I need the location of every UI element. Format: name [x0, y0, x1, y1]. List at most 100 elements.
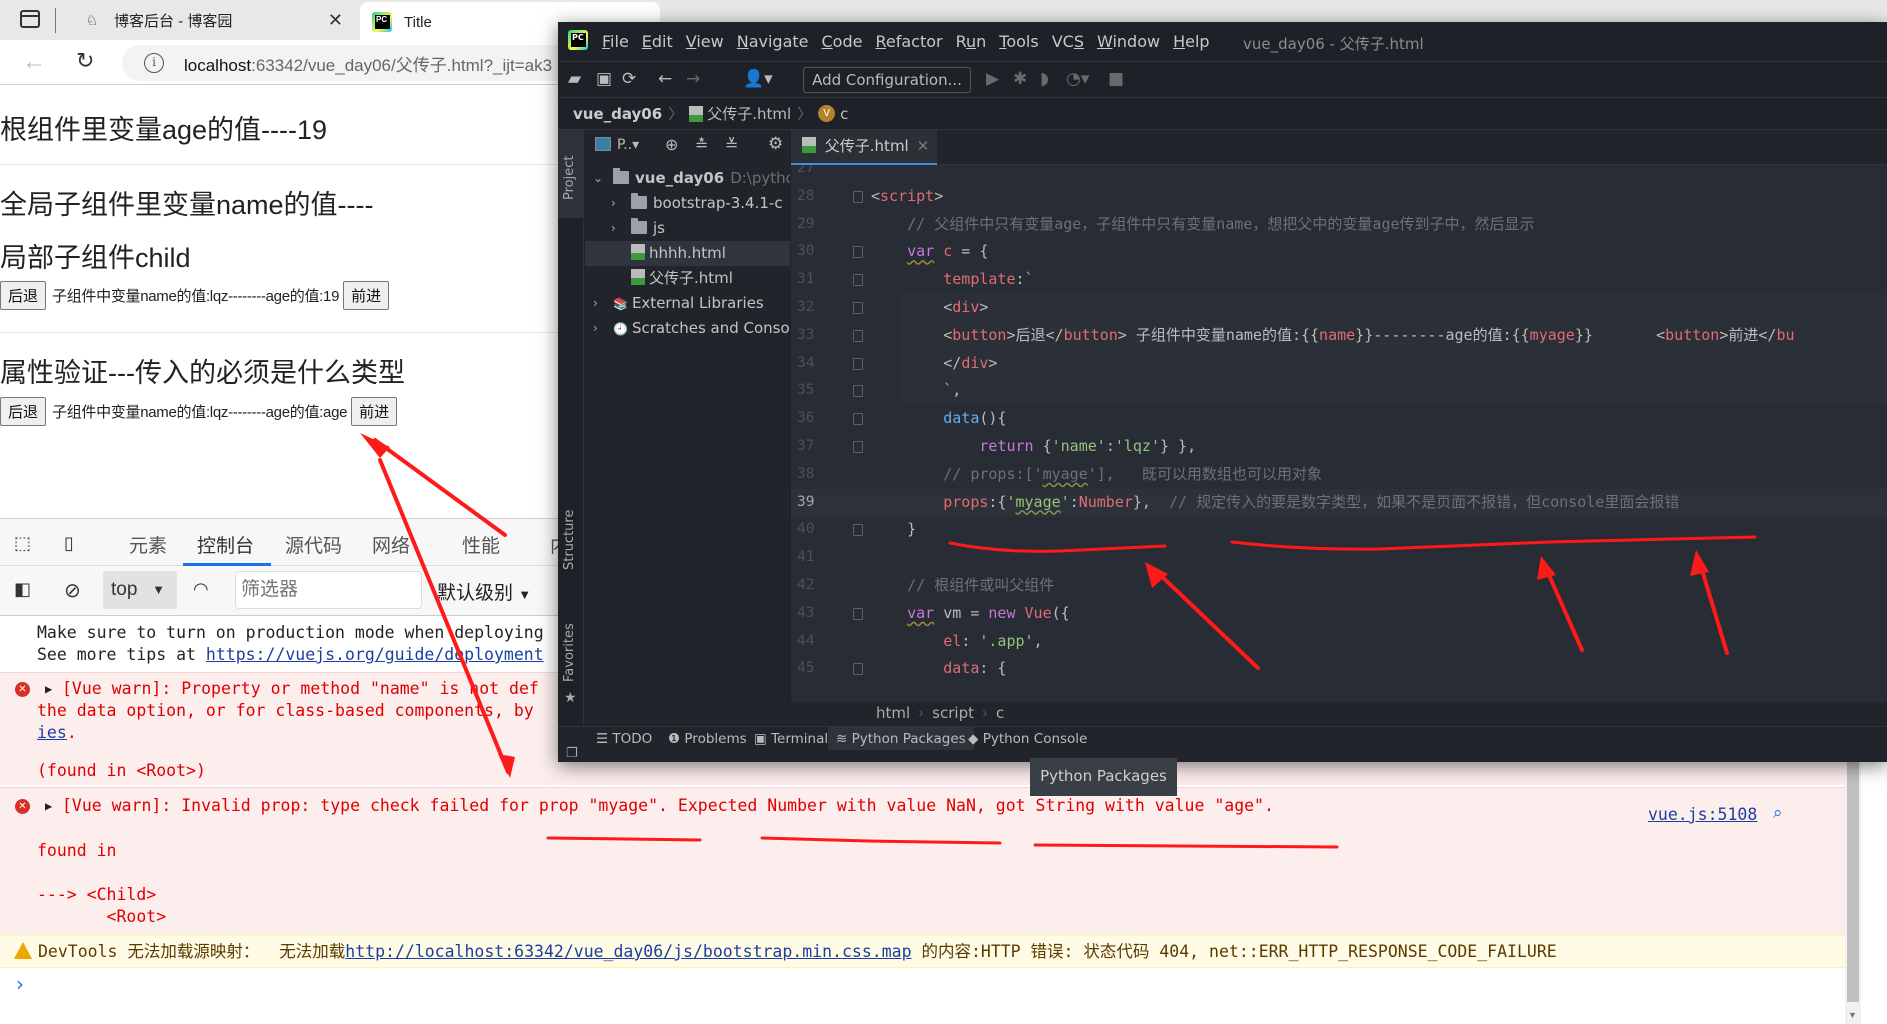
chevron-right-icon[interactable]: ›: [593, 291, 598, 316]
clear-console-icon[interactable]: ⊘: [64, 578, 88, 602]
expand-triangle-icon[interactable]: ▶: [45, 682, 52, 696]
browser-tab-cnblogs[interactable]: ♘ 博客后台 - 博客园 ✕: [70, 0, 355, 40]
tab-network[interactable]: 网络: [372, 531, 410, 558]
run-icon[interactable]: ▶: [986, 69, 999, 89]
tab-performance[interactable]: 性能: [462, 531, 500, 558]
sourcemap-link[interactable]: http://localhost:63342/vue_day06/js/boot…: [345, 942, 911, 961]
add-configuration-button[interactable]: Add Configuration...: [803, 67, 971, 93]
crumb-script[interactable]: script: [932, 704, 974, 722]
forward-button[interactable]: 前进: [351, 397, 398, 426]
open-folder-icon[interactable]: ▰: [568, 69, 581, 89]
reactivity-docs-link[interactable]: ies: [37, 723, 67, 742]
debug-icon[interactable]: ✱: [1013, 69, 1027, 89]
toggle-tool-windows-icon[interactable]: ❐: [566, 746, 578, 761]
forward-button[interactable]: 前进: [343, 281, 390, 310]
menu-item[interactable]: Window: [1097, 32, 1160, 51]
nav-file[interactable]: 父传子.html: [707, 103, 791, 124]
fold-marker-icon[interactable]: [853, 385, 863, 398]
close-tab-icon[interactable]: ✕: [328, 10, 343, 31]
live-expression-eye-icon[interactable]: ◠: [193, 579, 217, 599]
log-level-select[interactable]: 默认级别 ▼: [437, 578, 531, 605]
project-tool-button[interactable]: Project: [558, 130, 584, 218]
fold-marker-icon[interactable]: [853, 663, 863, 676]
forward-icon[interactable]: →: [686, 69, 700, 89]
python-packages-tab[interactable]: ≋ Python Packages: [828, 727, 974, 751]
fold-marker-icon[interactable]: [853, 302, 863, 314]
back-button[interactable]: 后退: [0, 397, 47, 426]
chevron-down-icon[interactable]: ⌄: [593, 166, 603, 191]
inspect-element-icon[interactable]: ⬚: [14, 533, 38, 553]
scrollbar-thumb[interactable]: [1847, 762, 1859, 1002]
search-icon[interactable]: ⌕: [1773, 803, 1783, 823]
menu-item[interactable]: Edit: [642, 32, 673, 51]
crumb-html[interactable]: html: [876, 704, 910, 722]
sync-icon[interactable]: ⟳: [622, 69, 636, 89]
coverage-icon[interactable]: ◗: [1040, 69, 1049, 89]
tree-item[interactable]: › js: [585, 216, 790, 241]
menu-item[interactable]: Tools: [999, 32, 1038, 51]
back-arrow-icon[interactable]: ←: [22, 48, 46, 76]
tree-item[interactable]: › bootstrap-3.4.1-c: [585, 191, 790, 216]
fold-marker-icon[interactable]: [853, 190, 863, 203]
fold-marker-icon[interactable]: [853, 441, 863, 453]
menu-item[interactable]: Navigate: [737, 32, 809, 51]
chevron-right-icon[interactable]: ›: [611, 191, 616, 216]
terminal-tab[interactable]: ▣ Terminal: [746, 727, 836, 751]
tree-item[interactable]: › 📚 External Libraries: [585, 291, 790, 316]
vue-deployment-link[interactable]: https://vuejs.org/guide/deployment: [206, 645, 544, 664]
tab-console[interactable]: 控制台: [197, 531, 254, 558]
back-button[interactable]: 后退: [0, 281, 47, 310]
menu-item[interactable]: File: [602, 32, 629, 51]
user-dropdown-icon[interactable]: 👤▾: [743, 69, 773, 89]
console-scrollbar[interactable]: ▼: [1845, 762, 1861, 1024]
tree-item[interactable]: ⌄ vue_day06 D:\pytho: [585, 166, 790, 191]
tab-actions-icon[interactable]: [20, 10, 40, 28]
tab-elements[interactable]: 元素: [129, 531, 167, 558]
tree-item[interactable]: › 🕘 Scratches and Conso: [585, 316, 790, 341]
tree-item[interactable]: 父传子.html: [585, 266, 790, 291]
menu-item[interactable]: Code: [822, 32, 863, 51]
menu-item[interactable]: VCS: [1052, 32, 1084, 51]
reload-icon[interactable]: ↻: [76, 48, 94, 74]
menu-item[interactable]: Help: [1173, 32, 1209, 51]
console-prompt[interactable]: ›: [16, 972, 24, 996]
fold-marker-icon[interactable]: [853, 413, 863, 426]
fold-marker-icon[interactable]: [853, 246, 863, 259]
structure-tool-button[interactable]: Structure: [562, 510, 577, 570]
chevron-right-icon[interactable]: ›: [611, 216, 616, 241]
source-location-link[interactable]: vue.js:5108: [1648, 805, 1757, 824]
problems-tab[interactable]: ❶ Problems: [660, 727, 755, 751]
editor-tab-active[interactable]: 父传子.html ✕: [791, 130, 937, 166]
fold-marker-icon[interactable]: [853, 274, 863, 287]
project-view-select[interactable]: P..▾: [617, 137, 639, 153]
menu-item[interactable]: Run: [956, 32, 987, 51]
console-filter-input[interactable]: [235, 571, 422, 609]
profile-icon[interactable]: ◔▾: [1066, 69, 1089, 89]
chevron-right-icon[interactable]: ›: [593, 316, 598, 341]
menu-item[interactable]: View: [686, 32, 724, 51]
expand-all-icon[interactable]: ≛: [695, 135, 708, 154]
stop-icon[interactable]: ■: [1108, 69, 1124, 89]
nav-symbol[interactable]: c: [840, 105, 848, 123]
back-icon[interactable]: ←: [658, 69, 672, 89]
python-console-tab[interactable]: ◆ Python Console: [960, 727, 1095, 751]
favorites-tool-button[interactable]: Favorites: [562, 623, 577, 682]
expand-triangle-icon[interactable]: ▶: [45, 799, 52, 813]
locate-icon[interactable]: ⊕: [665, 135, 678, 154]
close-tab-icon[interactable]: ✕: [917, 137, 930, 155]
menu-item[interactable]: Refactor: [875, 32, 942, 51]
scroll-down-arrow-icon[interactable]: ▼: [1848, 1010, 1857, 1020]
sidebar-toggle-icon[interactable]: ◧: [14, 579, 38, 599]
device-toolbar-icon[interactable]: ▯: [64, 533, 88, 553]
fold-marker-icon[interactable]: [853, 357, 863, 370]
fold-marker-icon[interactable]: [853, 607, 863, 620]
site-info-icon[interactable]: i: [144, 53, 164, 73]
collapse-all-icon[interactable]: ≚: [725, 135, 738, 154]
tab-sources[interactable]: 源代码: [285, 531, 342, 558]
context-select[interactable]: top ▼: [103, 571, 177, 609]
settings-gear-icon[interactable]: ⚙: [768, 134, 783, 154]
fold-marker-icon[interactable]: [853, 329, 863, 342]
nav-project[interactable]: vue_day06: [573, 105, 662, 123]
todo-tab[interactable]: ☰ TODO: [588, 727, 660, 751]
tree-item[interactable]: hhhh.html: [585, 241, 790, 266]
